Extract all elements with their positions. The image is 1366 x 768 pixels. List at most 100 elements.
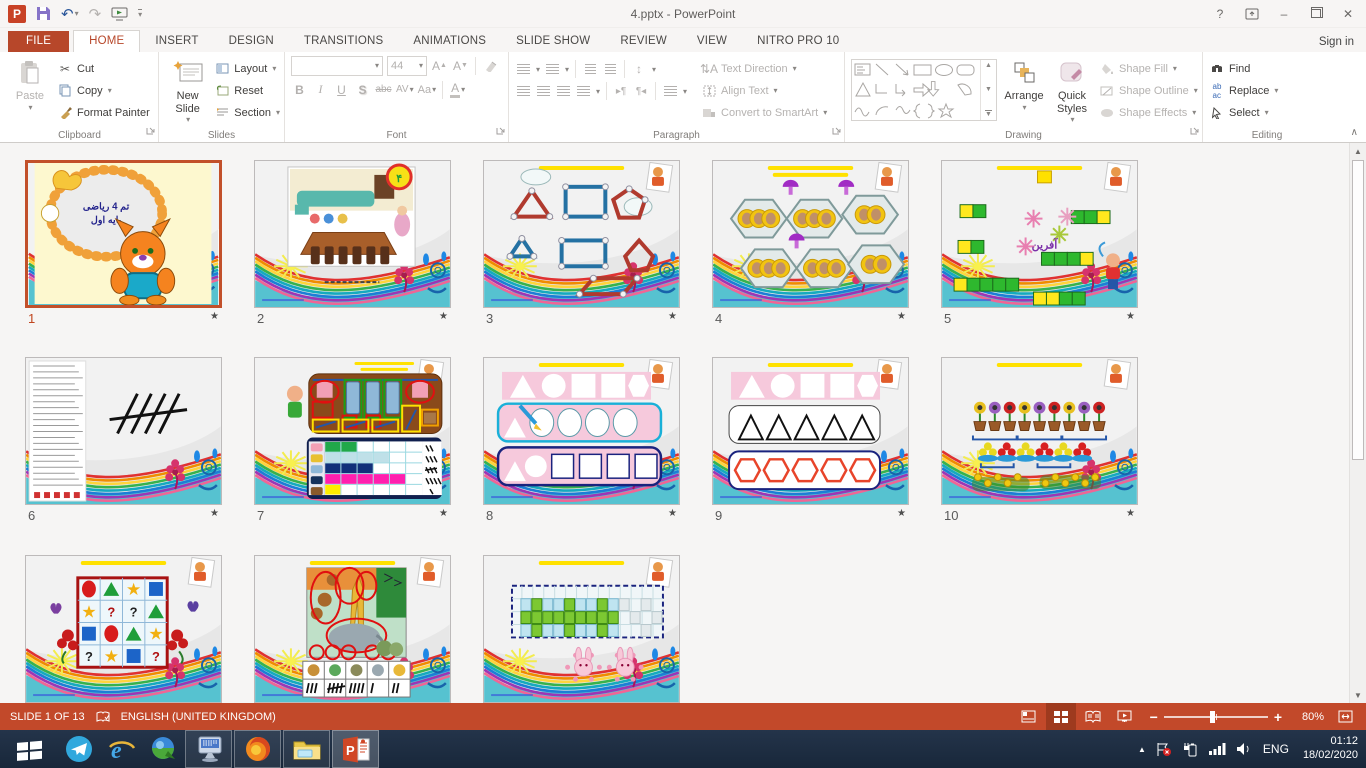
taskbar-powerpoint-button[interactable]: P	[332, 730, 379, 768]
tab-animations[interactable]: ANIMATIONS	[398, 31, 501, 52]
slide-thumbnail-11[interactable]: ★★??★?★?	[25, 555, 222, 703]
slide-thumbnail-image[interactable]	[483, 160, 680, 308]
scroll-up-icon[interactable]: ▲	[1350, 143, 1366, 159]
taskbar-explorer-button[interactable]	[283, 730, 330, 768]
start-button[interactable]	[0, 730, 58, 768]
slide-thumbnail-image[interactable]	[25, 357, 222, 505]
cut-button[interactable]: ✂Cut	[57, 58, 150, 79]
undo-button[interactable]: ↶▾	[61, 5, 79, 23]
increase-indent-icon[interactable]	[602, 64, 618, 74]
character-spacing-button[interactable]: AV▾	[396, 80, 414, 99]
slide-thumbnail-image[interactable]	[483, 357, 680, 505]
save-button[interactable]	[36, 6, 51, 21]
taskbar-firefox-button[interactable]	[234, 730, 281, 768]
slide-thumbnail-image[interactable]: آفرین	[941, 160, 1138, 308]
slide-thumbnail-image[interactable]	[254, 357, 451, 505]
slide-thumbnail-6[interactable]: 6★	[25, 357, 222, 523]
gallery-up-icon[interactable]: ▲	[985, 62, 992, 69]
tab-design[interactable]: DESIGN	[214, 31, 289, 52]
slide-thumbnail-image[interactable]: ۴	[254, 160, 451, 308]
zoom-slider-handle[interactable]	[1210, 711, 1215, 723]
align-left-icon[interactable]	[515, 86, 531, 96]
scrollbar-thumb[interactable]	[1352, 160, 1364, 460]
numbering-icon[interactable]	[544, 64, 560, 74]
change-case-button[interactable]: Aa▾	[418, 80, 436, 99]
slide-thumbnail-10[interactable]: 10★	[941, 357, 1138, 523]
tab-view[interactable]: VIEW	[682, 31, 742, 52]
tab-review[interactable]: REVIEW	[605, 31, 682, 52]
taskbar-ie-button[interactable]: e	[100, 730, 142, 768]
taskbar-osk-button[interactable]	[185, 730, 232, 768]
slide-sorter-area[interactable]: تم 4 ریاضی پایه اول 1★ ۴ 2★ 3★ 4★ آفرین …	[0, 143, 1366, 703]
view-reading-button[interactable]	[1078, 703, 1108, 730]
collapse-ribbon-icon[interactable]: ∧	[1351, 127, 1358, 138]
arrange-button[interactable]: Arrange▾	[1001, 55, 1047, 127]
tab-nitro-pro[interactable]: NITRO PRO 10	[742, 31, 854, 52]
new-slide-button[interactable]: New Slide▾	[165, 55, 210, 127]
align-center-icon[interactable]	[535, 86, 551, 96]
underline-button[interactable]: U	[333, 80, 350, 99]
convert-smartart-button[interactable]: Convert to SmartArt▾	[701, 102, 827, 123]
zoom-in-button[interactable]: +	[1274, 709, 1282, 725]
slide-thumbnail-image[interactable]	[254, 555, 451, 703]
shape-effects-button[interactable]: Shape Effects▾	[1099, 102, 1198, 123]
find-button[interactable]: Find	[1209, 58, 1278, 79]
vertical-scrollbar[interactable]: ▲ ▼	[1349, 143, 1366, 703]
slide-thumbnail-4[interactable]: 4★	[712, 160, 909, 326]
customize-qat-button[interactable]: ▾	[138, 9, 142, 19]
dialog-launcher-icon[interactable]	[1190, 122, 1200, 140]
zoom-level[interactable]: 80%	[1292, 711, 1324, 723]
action-center-button[interactable]	[1156, 742, 1172, 757]
slide-indicator[interactable]: SLIDE 1 OF 13	[10, 711, 85, 723]
replace-button[interactable]: abacReplace▾	[1209, 80, 1278, 101]
dialog-launcher-icon[interactable]	[832, 122, 842, 140]
fit-to-window-button[interactable]	[1330, 703, 1360, 730]
network-button[interactable]	[1208, 742, 1226, 756]
paste-button[interactable]: Paste▾	[7, 55, 53, 127]
slide-thumbnail-12[interactable]	[254, 555, 451, 703]
ribbon-display-options-button[interactable]	[1238, 3, 1266, 25]
clear-formatting-icon[interactable]	[482, 56, 499, 75]
slide-thumbnail-9[interactable]: 9★	[712, 357, 909, 523]
rtl-direction-icon[interactable]: ¶◂	[633, 86, 649, 97]
taskbar-idm-button[interactable]	[142, 730, 184, 768]
spellcheck-button[interactable]	[95, 710, 111, 724]
minimize-button[interactable]: –	[1270, 3, 1298, 25]
redo-button[interactable]: ↷	[89, 5, 102, 23]
slide-thumbnail-image[interactable]: ★★??★?★?	[25, 555, 222, 703]
bullets-icon[interactable]	[515, 64, 531, 74]
justify-icon[interactable]	[575, 86, 591, 96]
view-slideshow-button[interactable]	[1110, 703, 1140, 730]
help-button[interactable]: ?	[1206, 3, 1234, 25]
align-text-button[interactable]: Align Text▾	[701, 80, 827, 101]
slide-thumbnail-image[interactable]	[712, 160, 909, 308]
ltr-direction-icon[interactable]: ▸¶	[613, 86, 629, 97]
line-spacing-icon[interactable]: ↕	[631, 62, 647, 76]
hidden-icons-button[interactable]: ▲	[1138, 745, 1146, 754]
tab-slideshow[interactable]: SLIDE SHOW	[501, 31, 605, 52]
power-button[interactable]	[1182, 742, 1198, 757]
shrink-font-button[interactable]: A▼	[452, 56, 469, 75]
reset-button[interactable]: Reset	[214, 80, 280, 101]
close-button[interactable]: ✕	[1334, 3, 1362, 25]
zoom-out-button[interactable]: −	[1150, 709, 1158, 725]
slide-thumbnail-image[interactable]	[483, 555, 680, 703]
slide-thumbnail-2[interactable]: ۴ 2★	[254, 160, 451, 326]
section-button[interactable]: Section▾	[214, 102, 280, 123]
restore-button[interactable]	[1302, 3, 1330, 25]
clock[interactable]: 01:12 18/02/2020	[1299, 735, 1358, 763]
slide-thumbnail-5[interactable]: آفرین 5★	[941, 160, 1138, 326]
dialog-launcher-icon[interactable]	[496, 122, 506, 140]
text-direction-button[interactable]: ⇅AText Direction▾	[701, 58, 827, 79]
font-color-button[interactable]: A▾	[449, 80, 466, 99]
font-size-combo[interactable]: 44▾	[387, 56, 427, 76]
align-right-icon[interactable]	[555, 86, 571, 96]
grow-font-button[interactable]: A▲	[431, 56, 448, 75]
slide-thumbnail-8[interactable]: 8★	[483, 357, 680, 523]
start-from-beginning-button[interactable]	[111, 7, 128, 21]
text-shadow-button[interactable]: S	[354, 80, 371, 99]
columns-icon[interactable]	[662, 86, 678, 96]
volume-button[interactable]	[1236, 742, 1253, 756]
zoom-slider[interactable]	[1164, 716, 1268, 718]
shape-fill-button[interactable]: Shape Fill▾	[1099, 58, 1198, 79]
